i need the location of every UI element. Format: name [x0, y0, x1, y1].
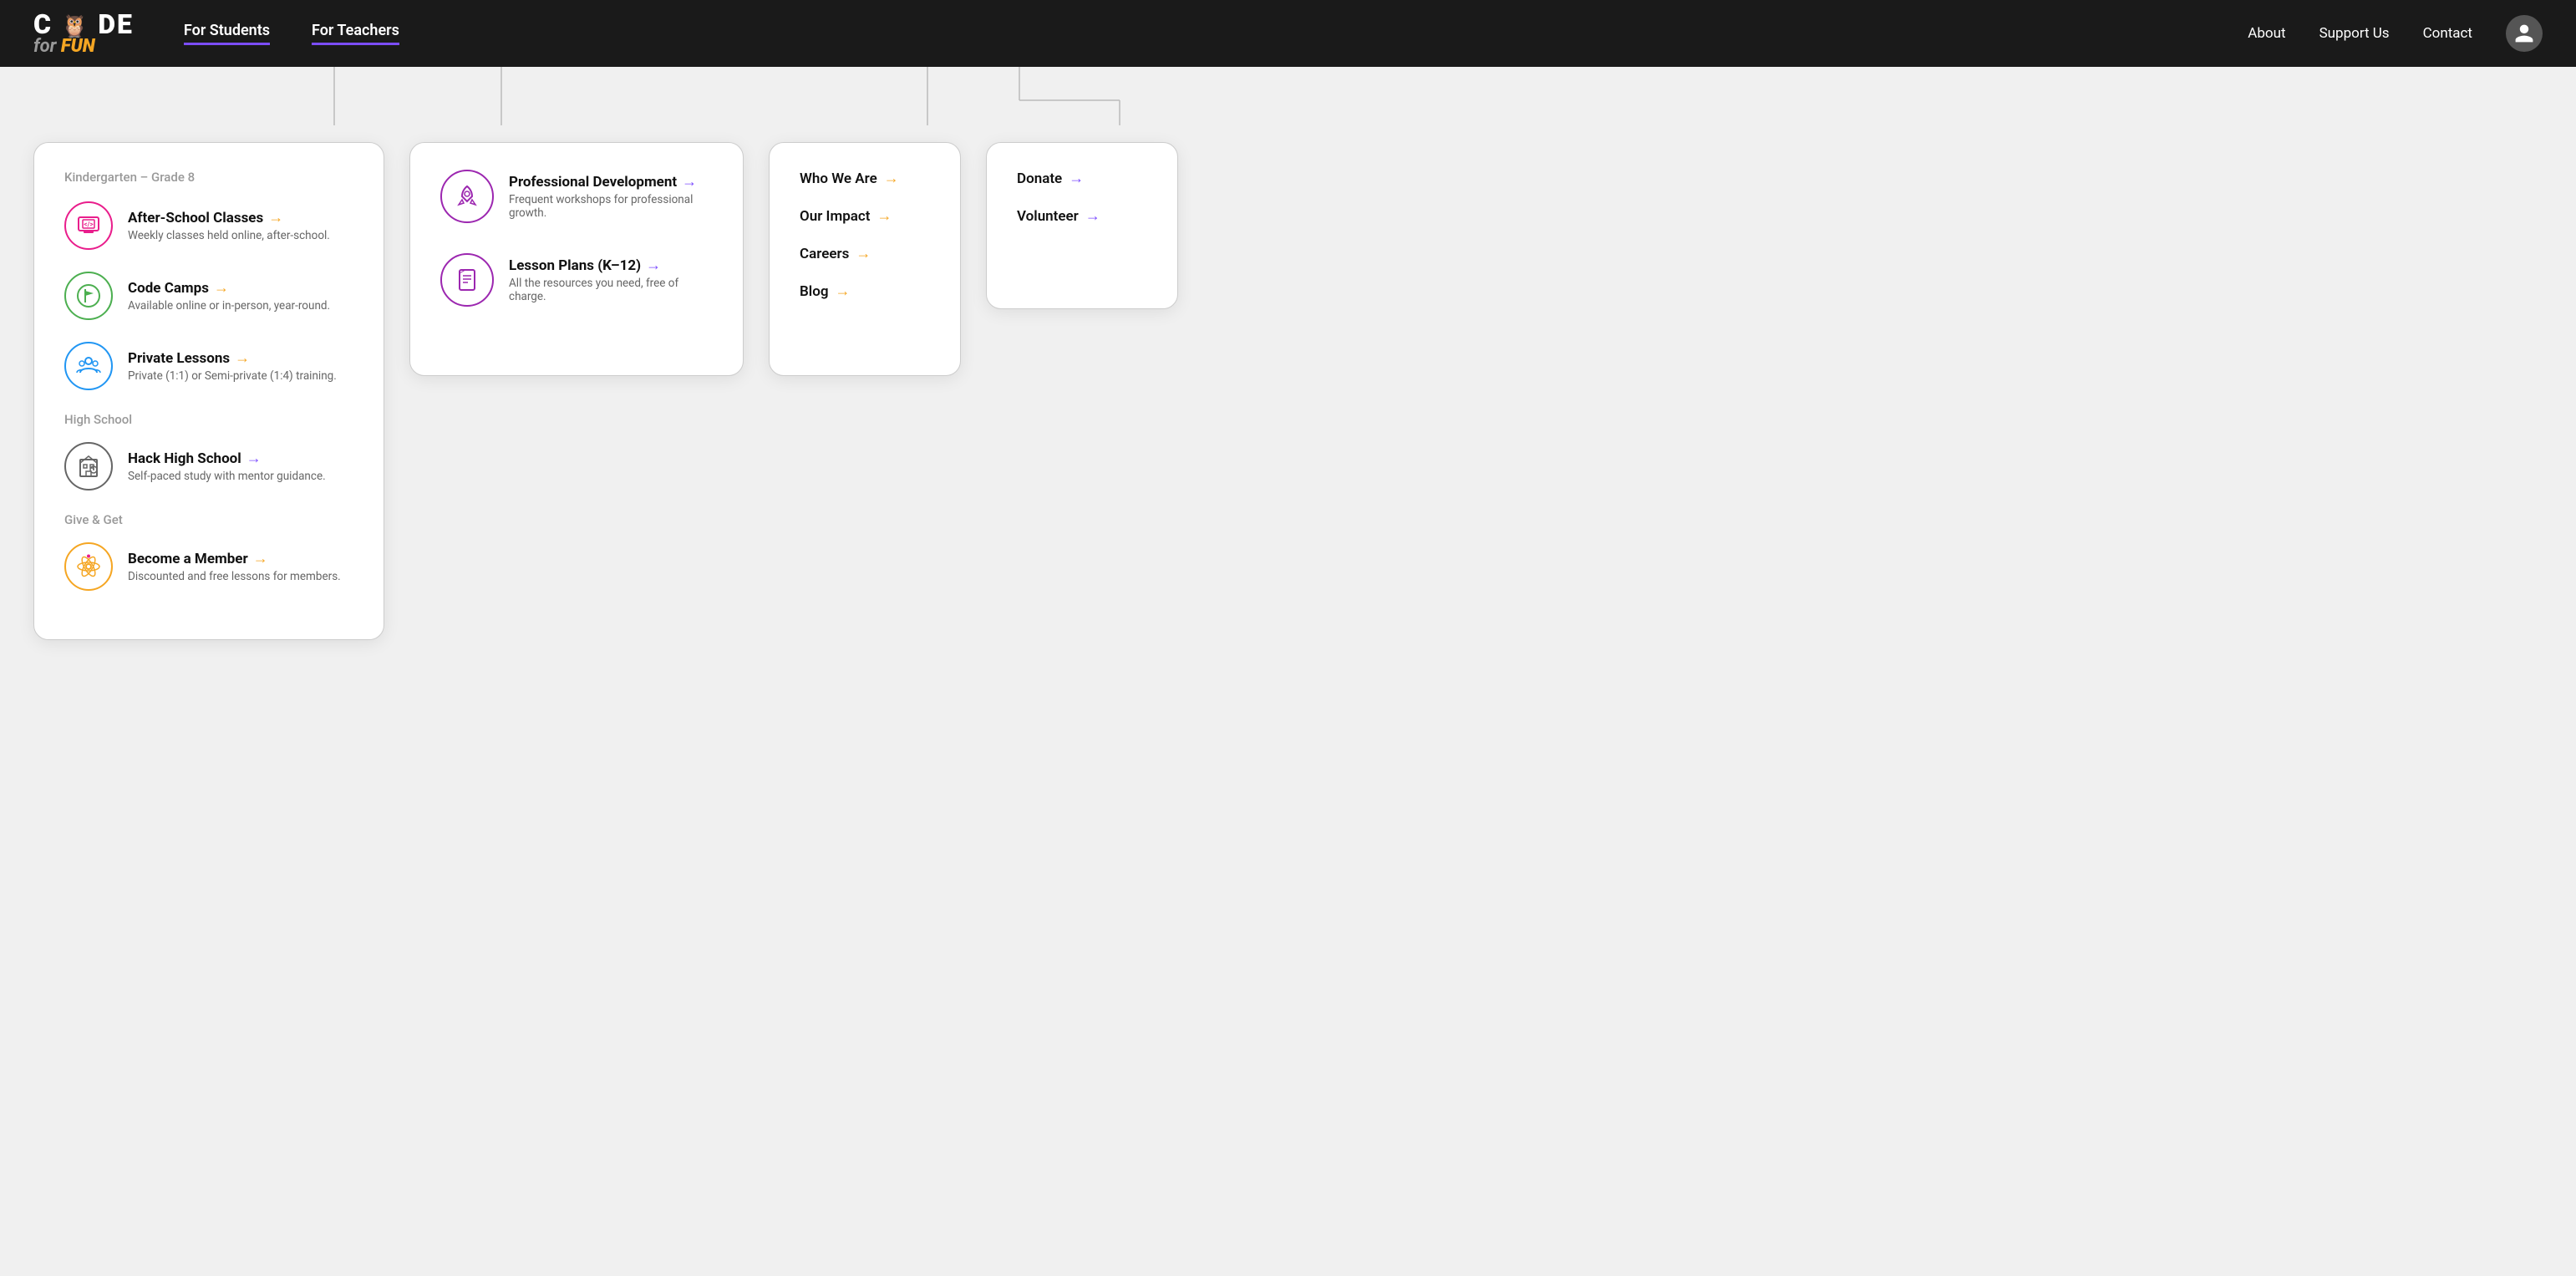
member-text: Become a Member → Discounted and free le… — [128, 550, 341, 583]
nav-contact[interactable]: Contact — [2423, 25, 2472, 42]
person-icon — [2513, 23, 2535, 44]
code-camps-text: Code Camps → Available online or in-pers… — [128, 279, 330, 313]
careers-link[interactable]: Careers → — [800, 245, 930, 262]
hack-hs-desc: Self-paced study with mentor guidance. — [128, 470, 326, 483]
section-k8-label: Kindergarten – Grade 8 — [64, 170, 353, 185]
after-school-text: After-School Classes → Weekly classes he… — [128, 209, 330, 242]
prof-dev-icon — [440, 170, 494, 223]
cards-row: Kindergarten – Grade 8 </> After-School … — [33, 134, 2543, 640]
hack-hs-arrow: → — [246, 450, 262, 467]
nav-support-us[interactable]: Support Us — [2319, 25, 2390, 42]
volunteer-link[interactable]: Volunteer → — [1017, 207, 1147, 225]
hack-hs-icon — [64, 442, 113, 491]
lesson-plans-icon — [440, 253, 494, 307]
hack-hs-title: Hack High School → — [128, 450, 326, 467]
code-camps-desc: Available online or in-person, year-roun… — [128, 299, 330, 313]
careers-arrow: → — [856, 245, 871, 262]
lesson-plans-text: Lesson Plans (K–12) → All the resources … — [509, 257, 713, 303]
after-school-title: After-School Classes → — [128, 209, 330, 226]
member-arrow: → — [253, 550, 268, 567]
code-camps-icon — [64, 272, 113, 320]
member-icon — [64, 542, 113, 591]
lesson-plans-item[interactable]: Lesson Plans (K–12) → All the resources … — [440, 253, 713, 307]
code-camps-title: Code Camps → — [128, 279, 330, 297]
prof-dev-text: Professional Development → Frequent work… — [509, 173, 713, 220]
logo-bottom: for FUN — [33, 38, 134, 56]
lesson-plans-arrow: → — [646, 257, 661, 274]
rocket-icon — [454, 183, 480, 210]
private-lessons-text: Private Lessons → Private (1:1) or Semi-… — [128, 349, 337, 383]
connector-lines — [33, 67, 2543, 134]
donate-arrow: → — [1069, 170, 1084, 187]
monitor-icon: </> — [75, 212, 102, 239]
group-icon — [75, 353, 102, 379]
svg-text:</>: </> — [84, 221, 93, 228]
our-impact-arrow: → — [876, 207, 892, 225]
hack-hs-text: Hack High School → Self-paced study with… — [128, 450, 326, 483]
teachers-dropdown-card: Professional Development → Frequent work… — [409, 142, 744, 376]
user-avatar-button[interactable] — [2506, 15, 2543, 52]
lesson-plans-desc: All the resources you need, free of char… — [509, 277, 713, 303]
prof-dev-title: Professional Development → — [509, 173, 713, 191]
private-lessons-title: Private Lessons → — [128, 349, 337, 367]
section-gg-label: Give & Get — [64, 512, 353, 527]
volunteer-arrow: → — [1085, 207, 1100, 225]
blog-link[interactable]: Blog → — [800, 282, 930, 300]
dropdown-area: Kindergarten – Grade 8 </> After-School … — [0, 67, 2576, 690]
our-impact-link[interactable]: Our Impact → — [800, 207, 930, 225]
code-camps-item[interactable]: Code Camps → Available online or in-pers… — [64, 272, 353, 320]
nav-about[interactable]: About — [2248, 25, 2285, 42]
private-lessons-desc: Private (1:1) or Semi-private (1:4) trai… — [128, 369, 337, 383]
prof-dev-desc: Frequent workshops for professional grow… — [509, 193, 713, 220]
support-dropdown-card: Donate → Volunteer → — [986, 142, 1178, 309]
member-title: Become a Member → — [128, 550, 341, 567]
code-camps-arrow: → — [214, 279, 229, 297]
after-school-desc: Weekly classes held online, after-school… — [128, 229, 330, 242]
member-item[interactable]: Become a Member → Discounted and free le… — [64, 542, 353, 591]
nav-links: For Students For Teachers — [184, 22, 2248, 45]
building-icon — [75, 453, 102, 480]
section-hs-label: High School — [64, 412, 353, 427]
private-lessons-icon — [64, 342, 113, 390]
who-we-are-arrow: → — [884, 170, 899, 187]
logo-top: C 🦉 DE — [33, 11, 134, 38]
lesson-plans-title: Lesson Plans (K–12) → — [509, 257, 713, 274]
private-lessons-item[interactable]: Private Lessons → Private (1:1) or Semi-… — [64, 342, 353, 390]
who-we-are-link[interactable]: Who We Are → — [800, 170, 930, 187]
document-icon — [454, 267, 480, 293]
nav-for-students[interactable]: For Students — [184, 22, 270, 45]
donate-link[interactable]: Donate → — [1017, 170, 1147, 187]
after-school-icon: </> — [64, 201, 113, 250]
hack-hs-item[interactable]: Hack High School → Self-paced study with… — [64, 442, 353, 491]
flag-icon — [75, 282, 102, 309]
prof-dev-arrow: → — [682, 173, 697, 191]
navbar: C 🦉 DE for FUN For Students For Teachers… — [0, 0, 2576, 67]
about-dropdown-card: Who We Are → Our Impact → Careers → Blog… — [769, 142, 961, 376]
logo[interactable]: C 🦉 DE for FUN — [33, 11, 134, 56]
private-lessons-arrow: → — [235, 349, 250, 367]
prof-dev-item[interactable]: Professional Development → Frequent work… — [440, 170, 713, 223]
connectors — [33, 67, 2543, 134]
member-desc: Discounted and free lessons for members. — [128, 570, 341, 583]
blog-arrow: → — [836, 282, 851, 300]
after-school-arrow: → — [268, 209, 283, 226]
nav-right: About Support Us Contact — [2248, 15, 2543, 52]
students-dropdown-card: Kindergarten – Grade 8 </> After-School … — [33, 142, 384, 640]
atom-icon — [75, 553, 102, 580]
after-school-item[interactable]: </> After-School Classes → Weekly classe… — [64, 201, 353, 250]
nav-for-teachers[interactable]: For Teachers — [312, 22, 399, 45]
